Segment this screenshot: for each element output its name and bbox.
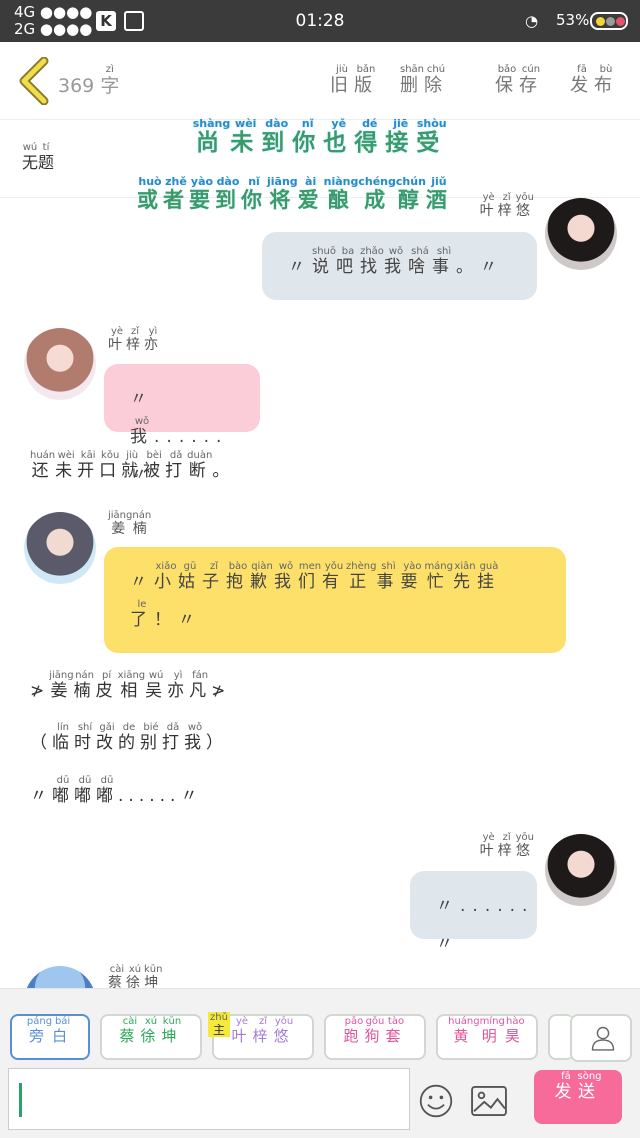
toolbar-button-3[interactable]: 发fā布bù (570, 64, 618, 104)
message-bubble[interactable]: 〃 . . . . . . 〃 (410, 871, 537, 954)
role-tab-2[interactable]: 叶yè梓zǐ悠yōu 主zhǔ (208, 1012, 314, 1060)
sender-name: 叶yè梓zǐ悠yōu (479, 832, 534, 859)
battery-percent: 53% (556, 11, 590, 29)
word-count: 369 字zì (58, 64, 119, 98)
avatar[interactable] (24, 512, 96, 584)
narration-text[interactable]: ≯ 姜jiāng楠nán皮pí相xiāng吴wú亦yì凡fán≯ (30, 670, 230, 701)
overlay-lyric-line-1: 尚shàng未wèi到dào你nǐ也yě得dé接jiē受shòu (192, 117, 448, 156)
sender-name: 叶yè梓zǐ亦yì (108, 326, 162, 353)
role-tab-1[interactable]: 蔡cài徐xú坤kūn (100, 1014, 202, 1060)
message-bubble[interactable]: 〃 我wǒ. . . . . . 〃 (104, 364, 260, 485)
message-bubble[interactable]: 〃 说shuō吧ba找zhǎo我wǒ啥shá事shì。 〃 (262, 232, 537, 300)
role-tab-4[interactable]: 黄huáng明míng昊hào (436, 1014, 538, 1060)
message-input[interactable] (8, 1068, 410, 1130)
back-arrow-icon[interactable] (18, 57, 52, 105)
avatar[interactable] (545, 834, 617, 906)
chat-story-editor: 4G ●●●● 2G ●●●● K 01:28 ◔ 53% 369 字zì 旧j… (0, 0, 640, 1138)
toolbar-button-0[interactable]: 旧jiù版bǎn (330, 64, 378, 104)
avatar[interactable] (545, 198, 617, 270)
main-role-badge: 主zhǔ (208, 1012, 230, 1037)
word-count-unit: 字zì (100, 64, 120, 97)
narration-text[interactable]: （ 临lín时shí改gǎi的de别bié打dǎ我wǒ） (30, 722, 228, 753)
word-count-number: 369 (58, 75, 95, 97)
emoji-icon[interactable] (418, 1083, 454, 1119)
send-button[interactable]: 发fā送sòng (534, 1070, 622, 1124)
role-tab-0[interactable]: 旁páng白bái (10, 1014, 90, 1060)
top-toolbar: 369 字zì 旧jiù版bǎn 删shān除chú 保bǎo存cún 发fā布bù (0, 42, 640, 120)
image-icon[interactable] (470, 1085, 508, 1117)
narration-text[interactable]: 还huán未wèi开kāi口kǒu就jiù被bèi打dǎ断duàn。 (30, 450, 234, 481)
role-tab-3[interactable]: 跑pǎo狗gǒu套tào (324, 1014, 426, 1060)
clock: 01:28 (295, 11, 345, 31)
narration-text[interactable]: 〃 嘟dū嘟dū嘟dū. . . . . . 〃 (30, 775, 202, 806)
toolbar-button-2[interactable]: 保bǎo存cún (495, 64, 543, 104)
add-role-button[interactable] (570, 1014, 632, 1062)
overlay-lyric-line-2: 或huò者zhě要yào到dào你nǐ将jiāng爱ài酿niàng成chéng… (137, 175, 452, 212)
message-bubble[interactable]: 〃 小xiǎo姑gū子zǐ抱bào歉qiàn我wǒ们men有yǒu正zhèng事… (104, 547, 566, 653)
sender-name: 姜jiāng楠nán (108, 510, 152, 537)
battery-icon (590, 12, 628, 30)
status-bar: 4G ●●●● 2G ●●●● K 01:28 ◔ 53% (0, 0, 640, 42)
text-cursor (19, 1083, 22, 1117)
toolbar-button-1[interactable]: 删shān除chú (400, 64, 448, 104)
wifi-icon: ◔ (525, 12, 539, 30)
bottom-panel: 旁páng白bái 蔡cài徐xú坤kūn 叶yè梓zǐ悠yōu 主zhǔ 跑pǎo狗g… (0, 988, 640, 1138)
person-icon (591, 1026, 615, 1051)
sender-name: 叶yè梓zǐ悠yōu (479, 192, 534, 219)
avatar[interactable] (24, 328, 96, 400)
